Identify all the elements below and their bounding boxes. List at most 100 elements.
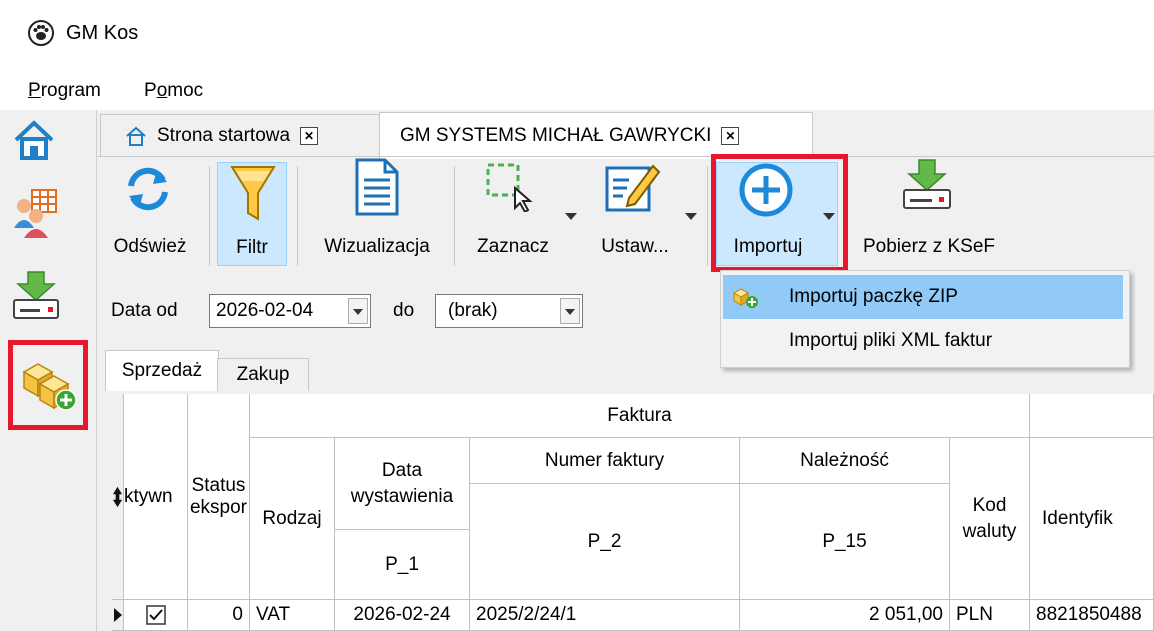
filter-button[interactable]: Filtr <box>217 162 287 266</box>
table-cell-active[interactable] <box>124 600 188 631</box>
date-code-label: P_1 <box>385 553 419 575</box>
sort-arrows-icon[interactable] <box>112 485 123 509</box>
ident-header-label: Identyfik <box>1042 507 1113 529</box>
currency-value: PLN <box>956 604 993 625</box>
column-header-active[interactable]: ktywn <box>124 394 188 600</box>
currency-header-line1: Kod <box>972 494 1007 516</box>
column-header-ident[interactable]: Identyfik <box>1030 438 1154 600</box>
ident-value: 8821850488 <box>1036 604 1142 625</box>
edit-form-icon <box>605 164 661 212</box>
menu-item-import-zip-label: Importuj paczkę ZIP <box>789 286 958 307</box>
chevron-down-icon[interactable] <box>565 213 577 220</box>
column-header-kind[interactable]: Rodzaj <box>250 438 335 600</box>
menu-bar: Program Pomoc <box>0 70 1154 110</box>
close-icon[interactable]: ✕ <box>721 127 740 145</box>
select-label: Zaznacz <box>477 236 549 257</box>
chevron-down-icon[interactable] <box>685 213 697 220</box>
tab-home-label: Strona startowa <box>157 125 291 146</box>
visualization-label: Wizualizacja <box>324 236 430 257</box>
chevron-down-icon[interactable] <box>348 298 368 324</box>
menu-program[interactable]: Program <box>28 80 101 102</box>
refresh-button[interactable]: Odśwież <box>97 152 203 274</box>
number-header-label: Numer faktury <box>544 449 665 471</box>
menu-item-import-xml-label: Importuj pliki XML faktur <box>789 330 993 351</box>
amount-header-label: Należność <box>800 449 889 471</box>
package-icon <box>733 288 758 308</box>
date-from-field[interactable]: 2026-02-04 <box>209 294 371 328</box>
filter-icon <box>230 166 276 221</box>
kind-header-label: Rodzaj <box>262 507 322 529</box>
date-to-label: do <box>393 300 415 321</box>
download-drive-icon[interactable] <box>12 270 60 322</box>
column-code-number: P_2 <box>470 484 740 600</box>
fetch-ksef-button[interactable]: Pobierz z KSeF <box>849 152 1009 274</box>
amount-value: 2 051,00 <box>869 604 943 625</box>
filter-label: Filtr <box>236 237 268 258</box>
settings-button[interactable]: Ustaw... <box>583 152 687 274</box>
status-header-line1: Status <box>191 474 246 496</box>
currency-header-line2: waluty <box>962 520 1017 542</box>
checkbox-checked-icon[interactable] <box>145 605 166 625</box>
number-code-label: P_2 <box>587 530 622 552</box>
table-cell-date[interactable]: 2026-02-24 <box>335 600 470 631</box>
title-bar: GM Kos <box>0 0 1154 70</box>
table-cell-status[interactable]: 0 <box>188 600 250 631</box>
kind-value: VAT <box>256 604 291 625</box>
current-row-icon <box>113 608 122 622</box>
tab-home[interactable]: Strona startowa ✕ <box>100 114 380 157</box>
menu-item-import-xml[interactable]: Importuj pliki XML faktur <box>723 319 1123 363</box>
column-group-invoice: Faktura <box>250 394 1030 438</box>
column-code-amount: P_15 <box>740 484 950 600</box>
import-highlight <box>711 154 848 272</box>
download-drive-icon <box>903 159 951 209</box>
date-to-value: (brak) <box>448 300 498 321</box>
table-cell-number[interactable]: 2025/2/24/1 <box>470 600 740 631</box>
amount-code-label: P_15 <box>822 530 867 552</box>
tab-purchase[interactable]: Zakup <box>217 358 309 391</box>
table-cell-ident[interactable]: 8821850488 <box>1030 600 1154 631</box>
column-header-active-label: ktywn <box>124 485 173 507</box>
column-header-amount[interactable]: Należność <box>740 438 950 484</box>
paw-icon <box>28 20 54 46</box>
refresh-label: Odśwież <box>113 236 187 257</box>
chevron-down-icon[interactable] <box>560 298 580 324</box>
status-header-line2: ekspor <box>189 496 248 518</box>
selection-icon <box>486 163 533 212</box>
close-icon[interactable]: ✕ <box>300 127 319 145</box>
visualization-button[interactable]: Wizualizacja <box>303 152 451 274</box>
invoice-group-label: Faktura <box>607 404 672 426</box>
column-header-number[interactable]: Numer faktury <box>470 438 740 484</box>
table-cell-amount[interactable]: 2 051,00 <box>740 600 950 631</box>
left-sidebar <box>0 110 97 631</box>
table-cell-kind[interactable]: VAT <box>250 600 335 631</box>
add-package-icon[interactable] <box>20 356 78 412</box>
menu-item-import-zip[interactable]: Importuj paczkę ZIP <box>723 275 1123 319</box>
tab-sales-label: Sprzedaż <box>121 360 203 381</box>
column-header-currency[interactable]: Kod waluty <box>950 438 1030 600</box>
contractors-icon[interactable] <box>12 188 58 238</box>
table-cell-currency[interactable]: PLN <box>950 600 1030 631</box>
date-header-line2: wystawienia <box>350 485 454 507</box>
home-icon <box>126 126 146 146</box>
window-title: GM Kos <box>66 22 139 44</box>
row-indicator-header <box>112 394 124 600</box>
menu-help[interactable]: Pomoc <box>144 80 203 102</box>
tab-sales[interactable]: Sprzedaż <box>105 350 219 391</box>
select-button[interactable]: Zaznacz <box>461 152 565 274</box>
document-icon <box>355 158 399 216</box>
column-group-extra <box>1030 394 1154 438</box>
column-header-date[interactable]: Data wystawienia <box>335 438 470 530</box>
invoice-grid: ktywn Status ekspor Faktura Rodzaj Data … <box>112 394 1154 631</box>
refresh-icon <box>128 167 168 211</box>
column-code-date: P_1 <box>335 530 470 600</box>
status-value: 0 <box>232 604 243 625</box>
settings-label: Ustaw... <box>601 236 669 257</box>
home-icon[interactable] <box>12 118 56 162</box>
date-header-line1: Data <box>381 459 423 481</box>
date-from-label: Data od <box>111 300 178 321</box>
import-dropdown-menu: Importuj paczkę ZIP Importuj pliki XML f… <box>720 270 1130 368</box>
number-value: 2025/2/24/1 <box>476 604 577 625</box>
date-to-field[interactable]: (brak) <box>435 294 583 328</box>
column-header-status[interactable]: Status ekspor <box>188 394 250 600</box>
row-indicator[interactable] <box>112 600 124 631</box>
